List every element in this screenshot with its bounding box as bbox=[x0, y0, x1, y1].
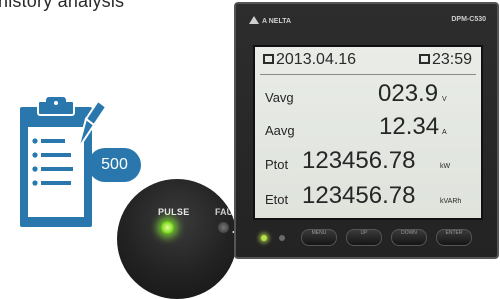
date-display: 2013.04.16 bbox=[263, 51, 356, 69]
reading-row: Ptot 123456.78 kW bbox=[255, 147, 481, 178]
date-value: 2013.04.16 bbox=[276, 51, 357, 68]
led-zoom-detail: PULSE FAU bbox=[117, 179, 237, 299]
reading-row: Etot 123456.78 kVARh bbox=[255, 182, 481, 213]
enter-button[interactable]: ENTER bbox=[436, 229, 472, 246]
caption: nistory analysis bbox=[0, 0, 125, 11]
pulse-led-icon bbox=[261, 235, 267, 241]
brand-text: A NELTA bbox=[262, 18, 292, 25]
brand-logo: A NELTA bbox=[249, 16, 291, 25]
reading-row: Aavg 12.34 A bbox=[255, 113, 481, 144]
down-button[interactable]: DOWN bbox=[391, 229, 427, 246]
delta-logo-icon bbox=[249, 16, 259, 24]
reading-label: Ptot bbox=[265, 157, 289, 172]
lcd-screen: 2013.04.16 23:59 Vavg 023.9 V Aavg 12.34… bbox=[253, 45, 483, 220]
power-meter: A NELTA DPM-C530 2013.04.16 23:59 Vavg 0… bbox=[234, 2, 499, 259]
time-value: 23:59 bbox=[431, 51, 472, 68]
pulse-led-icon bbox=[160, 220, 175, 235]
fault-led-icon bbox=[279, 235, 285, 241]
reading-value: 023.9 bbox=[378, 80, 439, 107]
clock-icon bbox=[418, 54, 430, 64]
model-label: DPM-C530 bbox=[451, 16, 486, 23]
reading-value: 123456.78 bbox=[302, 182, 416, 209]
menu-button[interactable]: MENU bbox=[301, 229, 337, 246]
count-badge: 500 bbox=[88, 148, 141, 182]
time-display: 23:59 bbox=[418, 51, 472, 69]
reading-unit: kVARh bbox=[440, 198, 462, 205]
reading-unit: A bbox=[442, 129, 447, 136]
enter-button-label: ENTER bbox=[445, 230, 463, 236]
reading-label: Aavg bbox=[265, 123, 295, 138]
reading-value: 123456.78 bbox=[302, 147, 416, 174]
reading-value: 12.34 bbox=[379, 113, 440, 140]
screen-header: 2013.04.16 23:59 bbox=[260, 51, 476, 75]
reading-unit: kW bbox=[440, 163, 451, 170]
reading-label: Etot bbox=[265, 192, 289, 207]
up-button[interactable]: UP bbox=[346, 229, 382, 246]
reading-row: Vavg 023.9 V bbox=[255, 80, 481, 111]
calendar-icon bbox=[263, 54, 274, 64]
reading-unit: V bbox=[442, 96, 447, 103]
up-button-label: UP bbox=[360, 230, 368, 236]
down-button-label: DOWN bbox=[401, 230, 417, 236]
fault-label: FAU bbox=[215, 207, 233, 217]
menu-button-label: MENU bbox=[311, 230, 327, 236]
pulse-label: PULSE bbox=[158, 207, 190, 217]
fault-led-icon bbox=[218, 222, 229, 233]
reading-label: Vavg bbox=[265, 90, 294, 105]
meter-button-bar: MENU UP DOWN ENTER bbox=[253, 229, 483, 247]
